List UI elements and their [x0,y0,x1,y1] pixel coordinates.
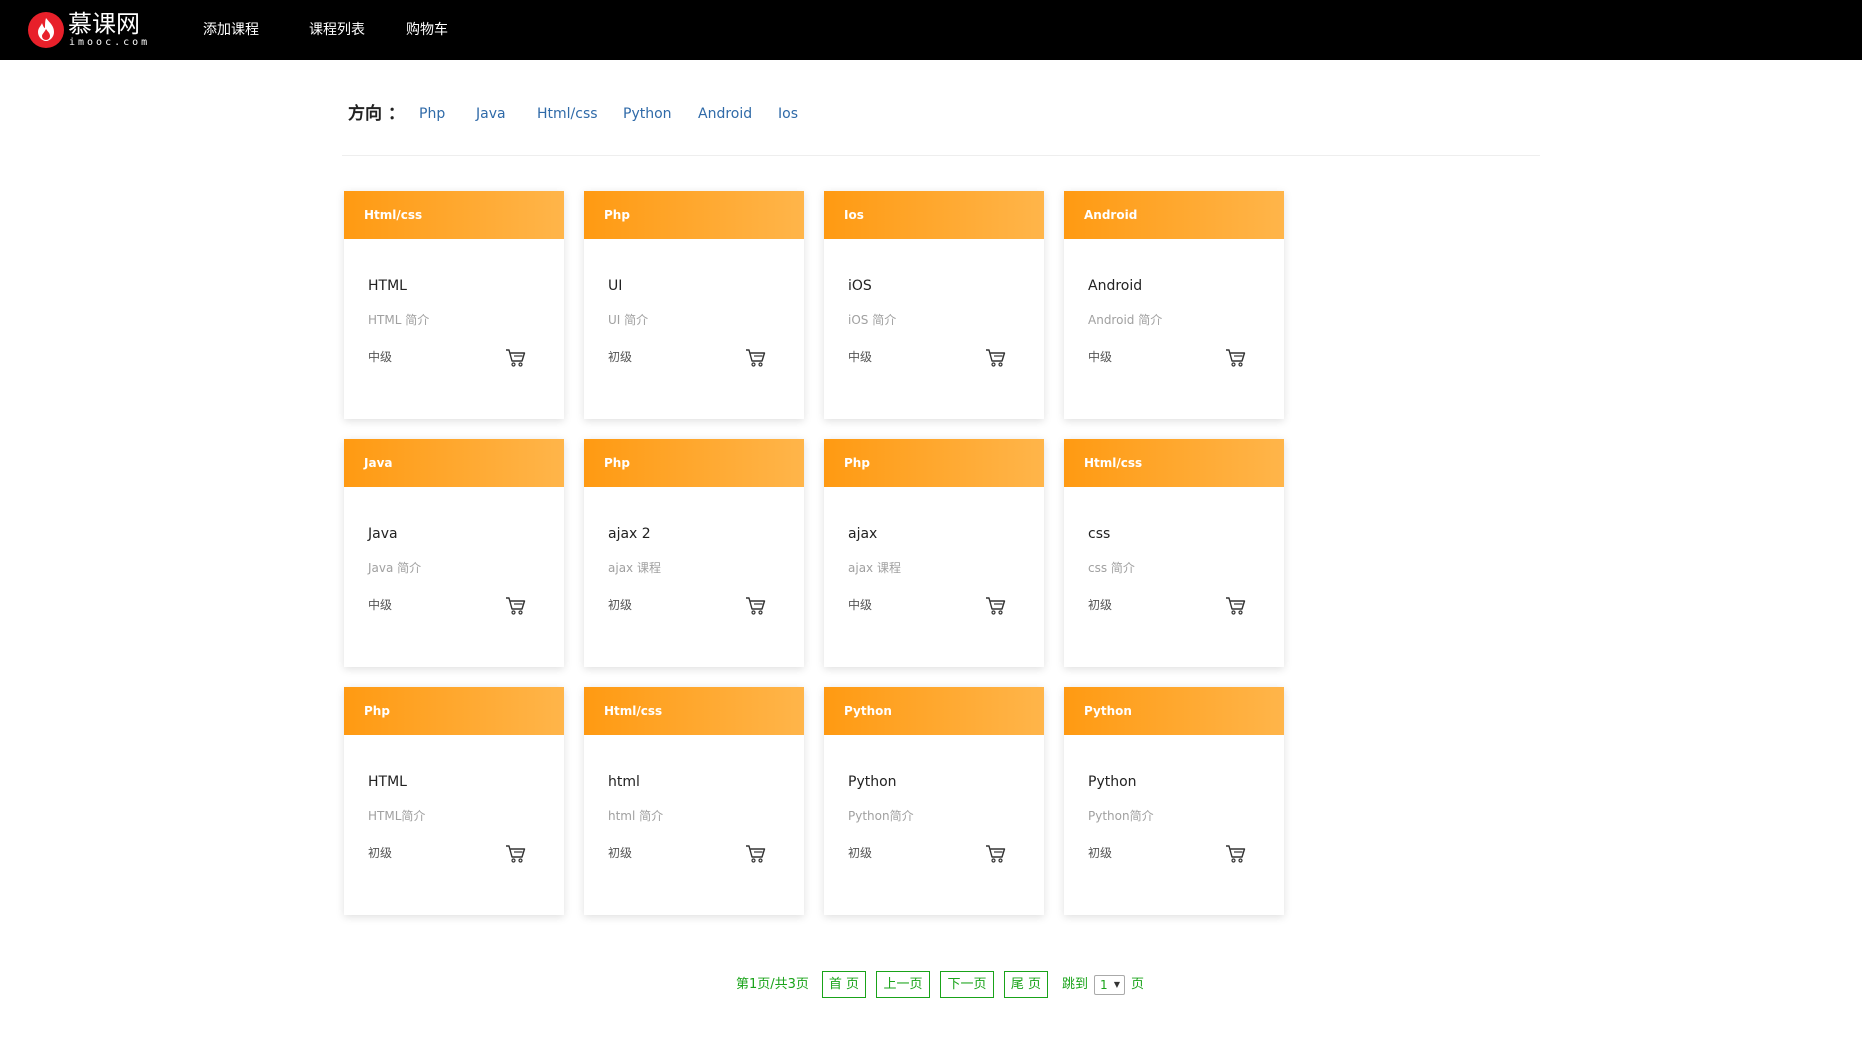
course-desc: HTML简介 [368,809,426,823]
cart-icon[interactable] [985,348,1006,367]
course-desc: HTML 简介 [368,313,430,327]
course-title[interactable]: iOS [848,277,872,295]
course-card[interactable]: Android Android Android 简介 中级 [1064,191,1284,419]
cart-icon[interactable] [985,844,1006,863]
dropdown-arrow-icon: ▼ [1113,980,1120,989]
course-tag: Python [824,687,1044,735]
course-tag: Php [584,191,804,239]
course-desc: Java 简介 [368,561,422,575]
course-desc: html 简介 [608,809,664,823]
course-level: 初级 [608,350,633,364]
nav-add-course[interactable]: 添加课程 [203,0,259,60]
course-tag: Php [584,439,804,487]
logo-text: 慕课网 [68,10,140,38]
nav-shopping-cart[interactable]: 购物车 [406,0,448,60]
course-card[interactable]: Html/css html html 简介 初级 [584,687,804,915]
course-desc: UI 简介 [608,313,649,327]
course-level: 初级 [848,846,873,860]
last-page-button[interactable]: 尾 页 [1004,971,1048,998]
filter-label: 方向 ： [348,104,405,124]
course-level: 初级 [608,598,633,612]
course-level: 初级 [1088,598,1113,612]
course-level: 中级 [368,598,393,612]
course-desc: Python简介 [848,809,914,823]
cart-icon[interactable] [745,844,766,863]
course-card[interactable]: Php ajax 2 ajax 课程 初级 [584,439,804,667]
course-title[interactable]: html [608,773,640,791]
course-tag: Java [344,439,564,487]
course-tag: Php [344,687,564,735]
course-card[interactable]: Java Java Java 简介 中级 [344,439,564,667]
course-title[interactable]: Android [1088,277,1142,295]
course-title[interactable]: HTML [368,773,407,791]
cart-icon[interactable] [745,596,766,615]
course-level: 中级 [368,350,393,364]
flame-logo-icon [28,12,64,48]
course-desc: ajax 课程 [608,561,661,575]
course-desc: css 简介 [1088,561,1135,575]
filter-python[interactable]: Python [623,103,672,125]
course-card[interactable]: Php ajax ajax 课程 中级 [824,439,1044,667]
filter-android[interactable]: Android [698,103,752,125]
course-tag: Ios [824,191,1044,239]
course-tag: Php [824,439,1044,487]
page-suffix: 页 [1131,977,1145,992]
course-title[interactable]: HTML [368,277,407,295]
course-level: 中级 [1088,350,1113,364]
cart-icon[interactable] [745,348,766,367]
filter-java[interactable]: Java [476,103,506,125]
course-tag: Android [1064,191,1284,239]
cart-icon[interactable] [505,348,526,367]
cart-icon[interactable] [505,596,526,615]
course-desc: Android 简介 [1088,313,1163,327]
course-tag: Html/css [584,687,804,735]
cart-icon[interactable] [985,596,1006,615]
course-level: 初级 [368,846,393,860]
course-title[interactable]: css [1088,525,1110,543]
course-desc: Python简介 [1088,809,1154,823]
cart-icon[interactable] [505,844,526,863]
course-title[interactable]: Python [848,773,897,791]
course-tag: Html/css [1064,439,1284,487]
course-title[interactable]: ajax [848,525,877,543]
course-card[interactable]: Html/css HTML HTML 简介 中级 [344,191,564,419]
filter-divider [342,155,1540,156]
course-desc: iOS 简介 [848,313,897,327]
prev-page-button[interactable]: 上一页 [876,971,930,998]
pager-info: 第1页/共3页 [736,977,809,992]
top-nav-bar: 慕课网 imooc.com 添加课程 课程列表 购物车 [0,0,1862,60]
course-level: 中级 [848,350,873,364]
course-title[interactable]: ajax 2 [608,525,651,543]
course-level: 初级 [1088,846,1113,860]
filter-htmlcss[interactable]: Html/css [537,103,598,125]
page-select[interactable]: 1 ▼ [1094,975,1125,995]
course-title[interactable]: Python [1088,773,1137,791]
course-card[interactable]: Html/css css css 简介 初级 [1064,439,1284,667]
first-page-button[interactable]: 首 页 [822,971,866,998]
course-level: 中级 [848,598,873,612]
nav-course-list[interactable]: 课程列表 [309,0,365,60]
course-card[interactable]: Php HTML HTML简介 初级 [344,687,564,915]
cart-icon[interactable] [1225,596,1246,615]
course-level: 初级 [608,846,633,860]
logo-subtext: imooc.com [69,37,151,48]
course-title[interactable]: UI [608,277,622,295]
course-tag: Html/css [344,191,564,239]
logo[interactable]: 慕课网 imooc.com [27,10,157,50]
course-card[interactable]: Php UI UI 简介 初级 [584,191,804,419]
next-page-button[interactable]: 下一页 [940,971,994,998]
course-title[interactable]: Java [368,525,398,543]
course-tag: Python [1064,687,1284,735]
filter-ios[interactable]: Ios [778,103,798,125]
cart-icon[interactable] [1225,844,1246,863]
course-desc: ajax 课程 [848,561,901,575]
page-select-value: 1 [1100,978,1108,992]
filter-php[interactable]: Php [419,103,445,125]
cart-icon[interactable] [1225,348,1246,367]
course-card[interactable]: Ios iOS iOS 简介 中级 [824,191,1044,419]
course-card[interactable]: Python Python Python简介 初级 [824,687,1044,915]
course-card[interactable]: Python Python Python简介 初级 [1064,687,1284,915]
jump-label: 跳到 [1062,977,1089,992]
